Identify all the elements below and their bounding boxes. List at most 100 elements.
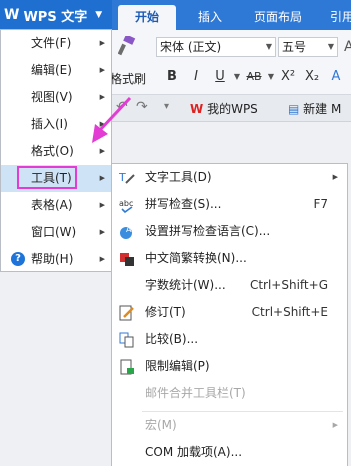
submenu-arrow-icon: ▶: [332, 173, 338, 181]
submenu-arrow-icon: ▶: [99, 93, 105, 101]
shortcut-label: Ctrl+Shift+G: [249, 278, 328, 292]
submenu-item-revision[interactable]: 修订(T) Ctrl+Shift+E: [112, 299, 347, 326]
tab-my-wps-label: 我的WPS: [207, 102, 258, 116]
bold-button[interactable]: B: [160, 66, 184, 88]
menu-item-label: 帮助(H): [31, 252, 74, 266]
menu-item-label: 编辑(E): [31, 63, 72, 77]
submenu-item-label: 设置拼写检查语言(C)...: [145, 224, 271, 238]
submenu-item-text-tools[interactable]: T 文字工具(D) ▶: [112, 164, 347, 191]
more-options-icon[interactable]: ▾: [164, 101, 169, 112]
menu-item-format[interactable]: 格式(O) ▶: [1, 138, 111, 165]
chevron-down-icon[interactable]: ▼: [232, 66, 242, 88]
submenu-item-label: 宏(M): [145, 418, 177, 432]
menu-item-insert[interactable]: 插入(I) ▶: [1, 111, 111, 138]
menu-item-label: 插入(I): [31, 117, 68, 131]
submenu-arrow-icon: ▶: [99, 255, 105, 263]
submenu-item-label: 限制编辑(P): [145, 359, 210, 373]
submenu-item-compare[interactable]: 比较(B)...: [112, 326, 347, 353]
submenu-item-com-addins[interactable]: COM 加载项(A)...: [112, 439, 347, 466]
text-effect-button[interactable]: A: [324, 66, 348, 88]
submenu-item-spell-language[interactable]: A 设置拼写检查语言(C)...: [112, 218, 347, 245]
strikethrough-button[interactable]: AB: [242, 66, 266, 88]
submenu-item-chinese-conversion[interactable]: 中文简繁转换(N)...: [112, 245, 347, 272]
spell-language-icon: A: [120, 225, 132, 239]
ribbon-home-panel: 格式刷 宋体 (正文) ▼ 五号 ▼ A B I U ▼ AB ▼ X² X₂ …: [110, 30, 351, 95]
tab-new-document[interactable]: ▤ 新建 M: [288, 98, 341, 120]
italic-button[interactable]: I: [184, 66, 208, 88]
submenu-arrow-icon: ▶: [99, 228, 105, 236]
revision-icon: [119, 305, 134, 321]
submenu-item-spellcheck[interactable]: abc 拼写检查(S)... F7: [112, 191, 347, 218]
redo-icon[interactable]: ↷: [136, 99, 148, 115]
svg-text:A: A: [126, 225, 132, 234]
tab-new-document-label: 新建 M: [303, 102, 342, 116]
wps-app-menu-button[interactable]: W WPS 文字 ▼: [0, 0, 112, 30]
svg-text:T: T: [119, 171, 126, 184]
submenu-item-label: 比较(B)...: [145, 332, 199, 346]
undo-icon[interactable]: ↶: [116, 99, 128, 115]
submenu-arrow-icon: ▶: [99, 174, 105, 182]
submenu-item-label: 字数统计(W)...: [145, 278, 226, 292]
menu-item-label: 格式(O): [31, 144, 74, 158]
format-painter-button[interactable]: 格式刷: [110, 34, 148, 88]
submenu-item-label: 中文简繁转换(N)...: [145, 251, 247, 265]
menu-item-window[interactable]: 窗口(W) ▶: [1, 219, 111, 246]
submenu-arrow-icon: ▶: [99, 66, 105, 74]
menu-item-table[interactable]: 表格(A) ▶: [1, 192, 111, 219]
tab-insert[interactable]: 插入: [184, 5, 236, 30]
submenu-item-label: 修订(T): [145, 305, 186, 319]
chevron-down-icon: ▼: [95, 10, 103, 20]
chinese-conversion-icon: [120, 253, 134, 266]
wps-tab-icon: W: [190, 102, 204, 116]
menu-item-label: 视图(V): [31, 90, 73, 104]
menu-item-file[interactable]: 文件(F) ▶: [1, 30, 111, 57]
help-icon: ?: [11, 252, 25, 266]
subscript-button[interactable]: X₂: [300, 66, 324, 88]
submenu-item-restrict-edit[interactable]: 限制编辑(P): [112, 353, 347, 380]
app-dropdown-menu: 文件(F) ▶ 编辑(E) ▶ 视图(V) ▶ 插入(I) ▶ 格式(O) ▶ …: [0, 29, 112, 272]
font-name-select[interactable]: 宋体 (正文) ▼: [156, 37, 276, 57]
submenu-item-label: COM 加载项(A)...: [145, 445, 243, 459]
submenu-item-mail-merge-toolbar[interactable]: 邮件合并工具栏(T): [112, 380, 347, 407]
shortcut-label: F7: [313, 197, 328, 211]
submenu-item-macro[interactable]: 宏(M) ▶: [112, 412, 347, 439]
document-icon: ▤: [288, 102, 300, 116]
submenu-arrow-icon: ▶: [99, 201, 105, 209]
submenu-item-word-count[interactable]: 字数统计(W)... Ctrl+Shift+G: [112, 272, 347, 299]
underline-button[interactable]: U: [208, 66, 232, 88]
chevron-down-icon[interactable]: ▼: [266, 66, 276, 88]
superscript-button[interactable]: X²: [276, 66, 300, 88]
menu-item-label: 文件(F): [31, 36, 72, 50]
format-painter-icon: [118, 36, 136, 56]
submenu-arrow-icon: ▶: [332, 421, 338, 429]
menu-item-label: 表格(A): [31, 198, 73, 212]
tab-my-wps[interactable]: W 我的WPS: [190, 98, 258, 120]
tab-page-layout[interactable]: 页面布局: [242, 5, 314, 30]
menu-item-label: 窗口(W): [31, 225, 77, 239]
menu-item-help[interactable]: ? 帮助(H) ▶: [1, 246, 111, 273]
submenu-arrow-icon: ▶: [99, 39, 105, 47]
app-name: WPS 文字: [23, 9, 88, 25]
font-size-value: 五号: [282, 40, 307, 54]
font-size-select[interactable]: 五号 ▼: [278, 37, 338, 57]
text-tools-icon: T: [119, 171, 135, 184]
document-tab-bar: ↶ ↷ ▾ W 我的WPS ▤ 新建 M: [112, 95, 351, 122]
tab-home[interactable]: 开始: [118, 5, 176, 30]
font-name-value: 宋体 (正文): [160, 40, 222, 54]
format-painter-label: 格式刷: [110, 72, 147, 86]
compare-icon: [119, 332, 134, 348]
format-toolbar: B I U ▼ AB ▼ X² X₂ A: [160, 66, 348, 88]
ribbon-tab-bar: 开始 插入 页面布局 引用: [112, 0, 351, 30]
tools-submenu: T 文字工具(D) ▶ abc 拼写检查(S)... F7 A 设置拼写检查语言…: [111, 163, 348, 466]
submenu-arrow-icon: ▶: [99, 147, 105, 155]
chevron-down-icon: ▼: [327, 42, 334, 51]
restrict-edit-icon: [120, 359, 134, 375]
menu-item-label: 工具(T): [31, 171, 72, 185]
chevron-down-icon: ▼: [265, 42, 272, 51]
menu-item-tools[interactable]: 工具(T) ▶: [1, 165, 111, 192]
submenu-arrow-icon: ▶: [99, 120, 105, 128]
menu-item-edit[interactable]: 编辑(E) ▶: [1, 57, 111, 84]
menu-item-view[interactable]: 视图(V) ▶: [1, 84, 111, 111]
grow-font-icon[interactable]: A: [344, 39, 351, 55]
tab-references[interactable]: 引用: [322, 5, 351, 30]
